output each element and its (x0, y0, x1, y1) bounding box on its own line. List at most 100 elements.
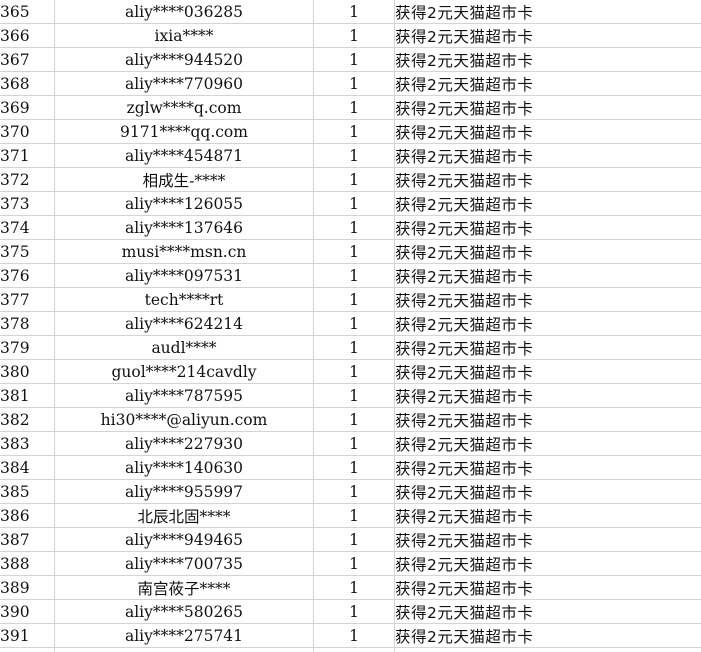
cell-prize[interactable]: 获得2元天猫超市卡 (394, 623, 701, 648)
cell-prize[interactable]: 获得2元天猫超市卡 (394, 47, 701, 72)
cell-prize[interactable]: 获得2元天猫超市卡 (394, 263, 701, 288)
cell-index[interactable]: 377 (0, 287, 55, 312)
cell-username[interactable]: ixia**** (54, 23, 314, 48)
cell-index[interactable]: 380 (0, 359, 55, 384)
cell-prize[interactable]: 获得2元天猫超市卡 (394, 167, 701, 192)
cell-prize[interactable]: 获得2元天猫超市卡 (394, 407, 701, 432)
cell-username[interactable]: aliy****275741 (54, 623, 314, 648)
cell-index[interactable]: 391 (0, 623, 55, 648)
cell-index[interactable]: 390 (0, 599, 55, 624)
cell-username[interactable]: aliy****944520 (54, 47, 314, 72)
cell-prize[interactable]: 获得2元天猫超市卡 (394, 23, 701, 48)
cell-prize[interactable]: 获得2元天猫超市卡 (394, 335, 701, 360)
cell-index[interactable]: 387 (0, 527, 55, 552)
cell-prize[interactable]: 获得2元天猫超市卡 (394, 71, 701, 96)
cell-username[interactable]: aliy****700735 (54, 551, 314, 576)
cell-count[interactable]: 1 (313, 575, 395, 600)
cell-username[interactable]: aliy****036285 (54, 0, 314, 24)
cell-index[interactable]: 367 (0, 47, 55, 72)
cell-index[interactable]: 381 (0, 383, 55, 408)
cell-count[interactable]: 1 (313, 23, 395, 48)
cell-count[interactable]: 1 (313, 479, 395, 504)
cell-count[interactable]: 1 (313, 599, 395, 624)
cell-username[interactable]: aliy****770960 (54, 71, 314, 96)
cell-prize[interactable]: 获得2元天猫超市卡 (394, 0, 701, 24)
cell-prize[interactable]: 获得2元天猫超市卡 (394, 215, 701, 240)
cell-index[interactable]: 385 (0, 479, 55, 504)
cell-count[interactable]: 1 (313, 143, 395, 168)
cell-index[interactable]: 373 (0, 191, 55, 216)
cell-index[interactable]: 389 (0, 575, 55, 600)
cell-count[interactable]: 1 (313, 0, 395, 24)
cell-count[interactable]: 1 (313, 623, 395, 648)
cell-prize[interactable]: 获得2元天猫超市卡 (394, 575, 701, 600)
empty-cell[interactable] (313, 647, 395, 652)
cell-username[interactable]: aliy****227930 (54, 431, 314, 456)
cell-count[interactable]: 1 (313, 95, 395, 120)
cell-username[interactable]: aliy****126055 (54, 191, 314, 216)
cell-username[interactable]: 9171****qq.com (54, 119, 314, 144)
cell-count[interactable]: 1 (313, 503, 395, 528)
empty-cell[interactable] (0, 647, 55, 652)
cell-index[interactable]: 386 (0, 503, 55, 528)
cell-count[interactable]: 1 (313, 239, 395, 264)
cell-username[interactable]: aliy****097531 (54, 263, 314, 288)
cell-prize[interactable]: 获得2元天猫超市卡 (394, 239, 701, 264)
cell-count[interactable]: 1 (313, 335, 395, 360)
cell-count[interactable]: 1 (313, 551, 395, 576)
cell-count[interactable]: 1 (313, 119, 395, 144)
cell-count[interactable]: 1 (313, 527, 395, 552)
cell-prize[interactable]: 获得2元天猫超市卡 (394, 119, 701, 144)
cell-index[interactable]: 368 (0, 71, 55, 96)
empty-cell[interactable] (394, 647, 701, 652)
cell-index[interactable]: 379 (0, 335, 55, 360)
cell-prize[interactable]: 获得2元天猫超市卡 (394, 143, 701, 168)
cell-index[interactable]: 369 (0, 95, 55, 120)
cell-index[interactable]: 372 (0, 167, 55, 192)
cell-prize[interactable]: 获得2元天猫超市卡 (394, 551, 701, 576)
cell-index[interactable]: 371 (0, 143, 55, 168)
cell-prize[interactable]: 获得2元天猫超市卡 (394, 287, 701, 312)
cell-username[interactable]: aliy****624214 (54, 311, 314, 336)
cell-count[interactable]: 1 (313, 311, 395, 336)
cell-index[interactable]: 376 (0, 263, 55, 288)
cell-index[interactable]: 374 (0, 215, 55, 240)
cell-index[interactable]: 366 (0, 23, 55, 48)
cell-count[interactable]: 1 (313, 215, 395, 240)
cell-count[interactable]: 1 (313, 431, 395, 456)
cell-username[interactable]: 相成生-**** (54, 167, 314, 192)
cell-username[interactable]: aliy****140630 (54, 455, 314, 480)
cell-username[interactable]: aliy****454871 (54, 143, 314, 168)
cell-prize[interactable]: 获得2元天猫超市卡 (394, 527, 701, 552)
cell-count[interactable]: 1 (313, 383, 395, 408)
cell-username[interactable]: tech****rt (54, 287, 314, 312)
cell-username[interactable]: 南宫莜子**** (54, 575, 314, 600)
empty-cell[interactable] (54, 647, 314, 652)
cell-count[interactable]: 1 (313, 71, 395, 96)
cell-index[interactable]: 370 (0, 119, 55, 144)
cell-count[interactable]: 1 (313, 455, 395, 480)
cell-prize[interactable]: 获得2元天猫超市卡 (394, 599, 701, 624)
cell-count[interactable]: 1 (313, 167, 395, 192)
cell-count[interactable]: 1 (313, 287, 395, 312)
cell-username[interactable]: aliy****580265 (54, 599, 314, 624)
cell-index[interactable]: 375 (0, 239, 55, 264)
cell-username[interactable]: aliy****955997 (54, 479, 314, 504)
cell-username[interactable]: aliy****949465 (54, 527, 314, 552)
cell-username[interactable]: guol****214cavdly (54, 359, 314, 384)
cell-prize[interactable]: 获得2元天猫超市卡 (394, 503, 701, 528)
cell-index[interactable]: 382 (0, 407, 55, 432)
cell-count[interactable]: 1 (313, 263, 395, 288)
cell-count[interactable]: 1 (313, 47, 395, 72)
cell-username[interactable]: audl**** (54, 335, 314, 360)
cell-index[interactable]: 378 (0, 311, 55, 336)
cell-prize[interactable]: 获得2元天猫超市卡 (394, 191, 701, 216)
cell-prize[interactable]: 获得2元天猫超市卡 (394, 383, 701, 408)
cell-prize[interactable]: 获得2元天猫超市卡 (394, 311, 701, 336)
cell-prize[interactable]: 获得2元天猫超市卡 (394, 359, 701, 384)
cell-username[interactable]: hi30****@aliyun.com (54, 407, 314, 432)
cell-index[interactable]: 388 (0, 551, 55, 576)
cell-count[interactable]: 1 (313, 191, 395, 216)
cell-username[interactable]: aliy****137646 (54, 215, 314, 240)
cell-count[interactable]: 1 (313, 407, 395, 432)
